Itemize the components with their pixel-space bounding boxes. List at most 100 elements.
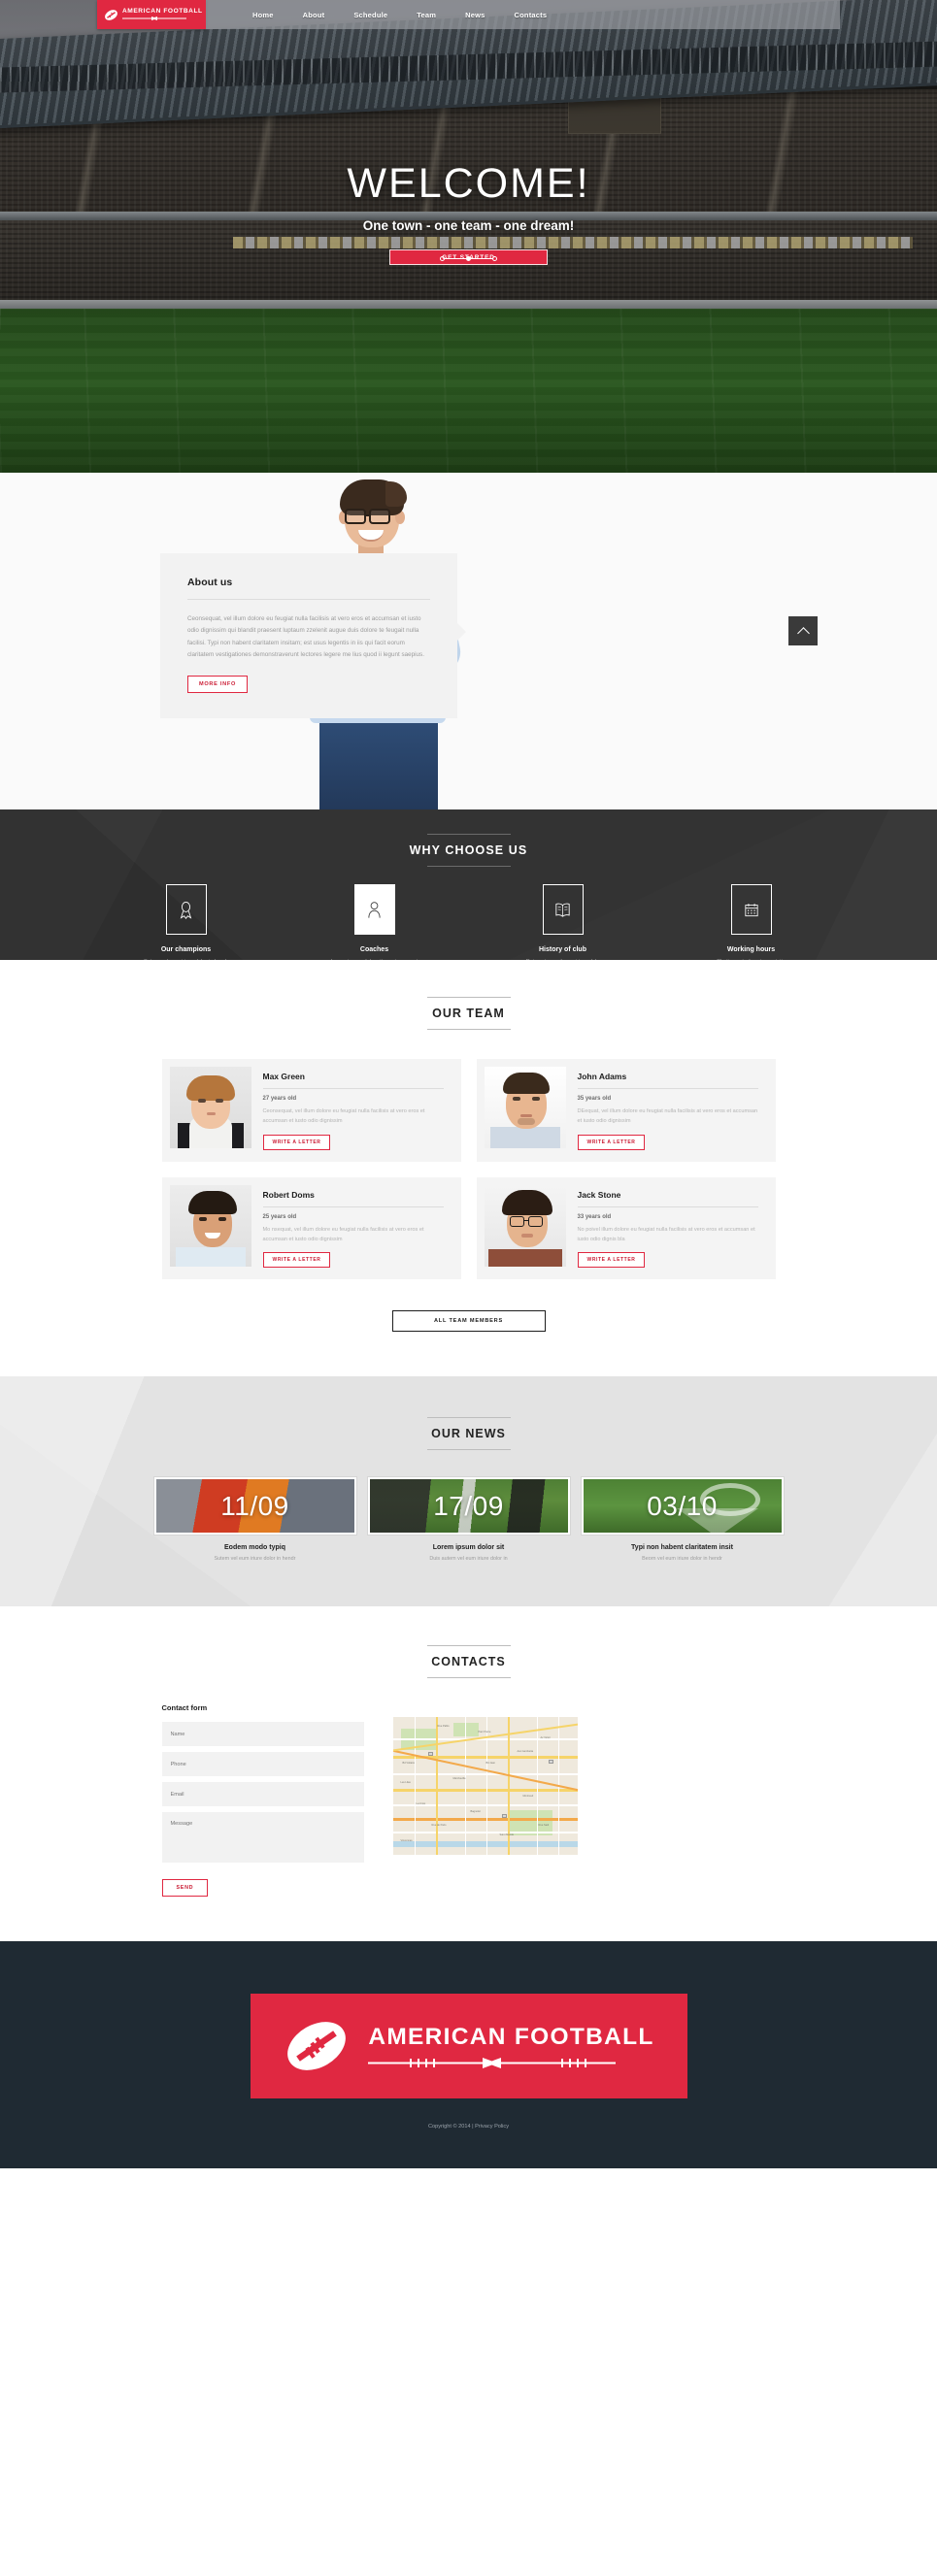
map-label: Parc Pierre — [478, 1731, 491, 1734]
team-member-photo — [484, 1184, 566, 1267]
map-label: Bd Voltaire — [402, 1762, 416, 1766]
phone-field[interactable] — [161, 1752, 364, 1777]
map-label: Les Lilas — [400, 1781, 411, 1785]
award-ribbon-icon — [180, 901, 192, 919]
team-member-bio: DEequat, vel illum dolore eu feugiat nul… — [577, 1108, 758, 1125]
news-title: Eodem modo typiq — [224, 1544, 285, 1552]
news-heading-text: OUR NEWS — [431, 1427, 506, 1441]
news-title: Typi non habent claritatem insit — [631, 1544, 733, 1552]
our-news-section: OUR NEWS 11/09 Eodem modo typiq Sutem ve… — [0, 1376, 937, 1607]
logo-laces-divider — [122, 16, 186, 20]
nav-item-about[interactable]: About — [303, 11, 325, 19]
more-info-button[interactable]: MORE INFO — [187, 676, 248, 694]
nav-item-news[interactable]: News — [465, 11, 485, 19]
team-member-divider — [577, 1205, 758, 1207]
hero-subtitle: One town - one team - one dream! — [362, 218, 575, 233]
why-item-working-hours[interactable]: Working hours Claritas est etiam tur mut… — [683, 884, 820, 960]
why-items: Our champions Sutem vel eum iriure dolor… — [0, 884, 937, 960]
page-root: AMERICAN FOOTBALL Home About Schedule Te… — [0, 0, 937, 2169]
write-a-letter-button[interactable]: WRITE A LETTER — [577, 1134, 646, 1150]
write-a-letter-button[interactable]: WRITE A LETTER — [262, 1252, 331, 1269]
contacts-heading-text: CONTACTS — [431, 1655, 506, 1669]
about-card: About us Ceonsequat, vel illum dolore eu… — [160, 553, 466, 719]
person-icon — [368, 901, 381, 918]
team-member-name: Robert Doms — [262, 1189, 315, 1200]
team-member-card[interactable]: John Adams 35 years old DEequat, vel ill… — [476, 1059, 776, 1162]
news-card[interactable]: 17/09 Lorem ipsum dolor sit Duis autem v… — [367, 1477, 570, 1563]
why-item-history-of-club[interactable]: History of club Duis autem vel eum iriur… — [494, 884, 632, 960]
about-divider — [187, 599, 430, 600]
nav-item-schedule[interactable]: Schedule — [353, 11, 387, 19]
header-bar: AMERICAN FOOTBALL Home About Schedule Te… — [97, 0, 840, 29]
nav-item-team[interactable]: Team — [417, 11, 436, 19]
our-team-section: OUR TEAM Max Green 27 years old Ceonsequ… — [0, 960, 937, 1377]
team-member-age: 25 years old — [262, 1213, 297, 1220]
send-button[interactable]: SEND — [161, 1879, 209, 1898]
contacts-body: Contact form SEND — [161, 1703, 776, 1898]
news-card[interactable]: 11/09 Eodem modo typiq Sutem vel eum iri… — [153, 1477, 356, 1563]
site-logo[interactable]: AMERICAN FOOTBALL — [97, 0, 206, 29]
news-grid: 11/09 Eodem modo typiq Sutem vel eum iri… — [153, 1477, 785, 1562]
news-desc: Beorn vel eum iriure dolor in hendr — [642, 1556, 722, 1563]
contacts-section: CONTACTS Contact form SEND — [0, 1606, 937, 1942]
news-desc: Duis autem vel eum iriure dolor in — [429, 1556, 508, 1563]
news-thumbnail[interactable]: 17/09 — [367, 1477, 570, 1536]
all-team-members-button[interactable]: ALL TEAM MEMBERS — [391, 1310, 546, 1333]
write-a-letter-button[interactable]: WRITE A LETTER — [262, 1134, 331, 1150]
map-label: Saint Mande — [499, 1833, 515, 1837]
nav-item-contacts[interactable]: Contacts — [515, 11, 548, 19]
team-card-cell: John Adams 35 years old DEequat, vel ill… — [469, 1059, 776, 1177]
team-member-name: John Adams — [577, 1072, 627, 1081]
why-item-our-champions[interactable]: Our champions Sutem vel eum iriure dolor… — [117, 884, 255, 960]
heading-rule-bottom — [426, 866, 511, 867]
football-icon — [287, 2022, 347, 2071]
hero-content: WELCOME! One town - one team - one dream… — [0, 163, 937, 265]
team-member-bio: Ceonsequat, vel illum dolore eu feugiat … — [262, 1108, 425, 1125]
news-heading: OUR NEWS — [0, 1417, 937, 1451]
heading-rule-top — [426, 834, 511, 835]
team-member-name: Max Green — [262, 1072, 305, 1081]
scroll-to-top-button[interactable] — [788, 616, 818, 645]
team-member-card[interactable]: Max Green 27 years old Ceonsequat, vel i… — [161, 1059, 461, 1162]
team-grid: Max Green 27 years old Ceonsequat, vel i… — [161, 1059, 776, 1296]
team-member-divider — [262, 1205, 444, 1207]
copyright-text: Copyright © 2014 | — [427, 2124, 474, 2130]
map-label: Bd Jean — [485, 1762, 496, 1766]
footer-laces-divider — [368, 2058, 617, 2069]
nav-item-home[interactable]: Home — [252, 11, 274, 19]
slider-dot-3[interactable] — [492, 256, 497, 261]
team-card-cell: Jack Stone 33 years old No poivel illum … — [469, 1176, 776, 1296]
why-item-coaches[interactable]: Coaches Lorem ipsum dolor sit amet, cons… — [306, 884, 444, 960]
heading-rule-bottom — [426, 1449, 511, 1451]
news-card[interactable]: 03/10 Typi non habent claritatem insit B… — [581, 1477, 784, 1563]
map-label: Marcheville — [452, 1777, 466, 1781]
why-heading-text: WHY CHOOSE US — [409, 843, 528, 857]
why-icon-frame-2 — [353, 884, 395, 935]
team-member-card[interactable]: Robert Doms 25 years old Mo nsequat, vel… — [161, 1176, 461, 1280]
write-a-letter-button[interactable]: WRITE A LETTER — [577, 1252, 646, 1269]
email-field[interactable] — [161, 1782, 364, 1807]
news-thumbnail[interactable]: 03/10 — [581, 1477, 784, 1536]
team-card-cell: Max Green 27 years old Ceonsequat, vel i… — [161, 1059, 469, 1177]
slider-connector-1 — [445, 258, 466, 259]
why-heading: WHY CHOOSE US — [0, 809, 937, 867]
calendar-icon — [744, 903, 758, 916]
news-desc: Sutem vel eum iriure dolor in hendr — [214, 1556, 296, 1563]
map-label: Av Victor — [540, 1736, 551, 1740]
why-icon-frame-4 — [730, 884, 772, 935]
logo-text: AMERICAN FOOTBALL — [122, 8, 203, 16]
footer-logo[interactable]: AMERICAN FOOTBALL — [250, 1994, 687, 2099]
news-date: 17/09 — [433, 1490, 504, 1521]
privacy-policy-link[interactable]: Privacy Policy — [475, 2124, 509, 2130]
news-thumbnail[interactable]: 11/09 — [153, 1477, 356, 1536]
map-label: Rue de Paris — [431, 1824, 447, 1828]
contact-form-title: Contact form — [161, 1703, 208, 1713]
name-field[interactable] — [161, 1722, 364, 1747]
open-book-icon — [555, 903, 570, 917]
team-member-card[interactable]: Jack Stone 33 years old No poivel illum … — [476, 1176, 776, 1280]
message-field[interactable] — [161, 1812, 364, 1864]
team-member-bio: Mo nsequat, vel illum dolore eu feugiat … — [262, 1226, 424, 1243]
map-label: Rue Sadi — [538, 1824, 550, 1828]
location-map[interactable]: Rue Pablo Parc Pierre Ave Gambetta Bd Vo… — [392, 1717, 578, 1856]
copyright: Copyright © 2014 | Privacy Policy — [0, 2124, 937, 2130]
